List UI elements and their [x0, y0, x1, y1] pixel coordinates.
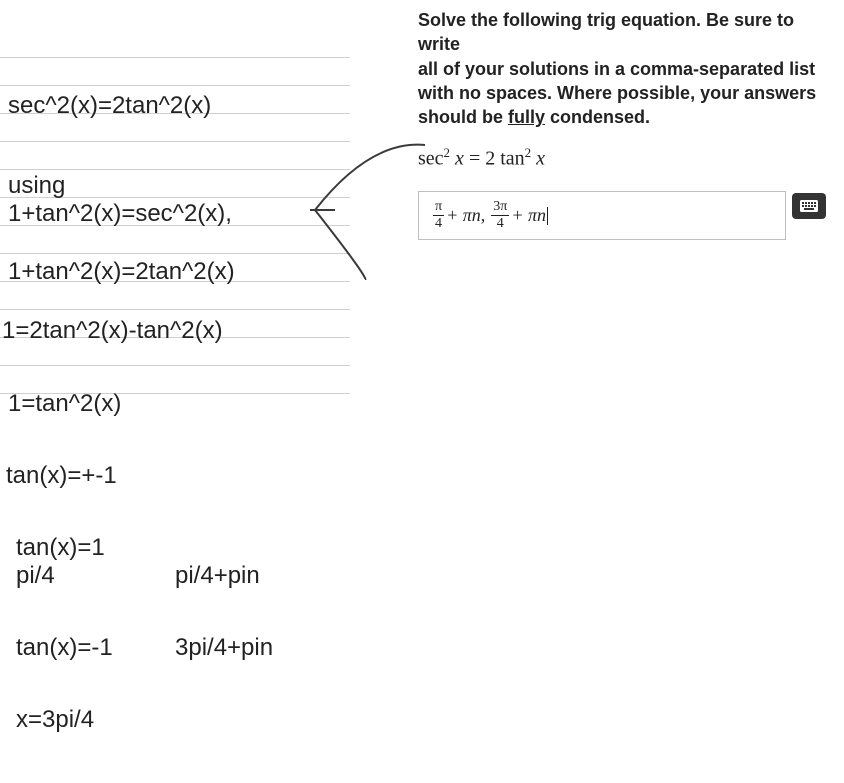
problem-equation: sec2 x = 2 tan2 x [418, 145, 826, 171]
answer-input[interactable]: π 4 + πn, 3π 4 + πn [418, 191, 786, 240]
work-steps: sec^2(x)=2tan^2(x) using 1+tan^2(x)=sec^… [0, 0, 390, 783]
question-panel: Solve the following trig equation. Be su… [390, 0, 844, 783]
answer-frac-2-num: 3π [491, 200, 509, 216]
handwritten-work-panel: sec^2(x)=2tan^2(x) using 1+tan^2(x)=sec^… [0, 0, 390, 783]
work-step-sqrt: tan(x)=+-1 [6, 462, 117, 490]
instr-line2: all of your solutions in a comma-separat… [418, 59, 815, 79]
instr-line3: with no spaces. Where possible, your ans… [418, 83, 816, 103]
work-step-3pi4-general: 3pi/4+pin [175, 634, 273, 662]
answer-term-2: + πn [511, 205, 546, 226]
work-step-identity: 1+tan^2(x)=sec^2(x), [8, 200, 232, 228]
work-step-subtract: 1=2tan^2(x)-tan^2(x) [2, 317, 223, 345]
eq-lhs-exp: 2 [444, 145, 451, 160]
eq-equals: = [464, 148, 485, 170]
question-instructions: Solve the following trig equation. Be su… [418, 8, 826, 129]
instr-line4-underlined: fully [508, 107, 545, 127]
answer-frac-2-den: 4 [497, 216, 504, 231]
work-step-1: sec^2(x)=2tan^2(x) [8, 92, 211, 120]
answer-term-1: + πn, [446, 205, 485, 226]
eq-rhs-coef: 2 [485, 148, 495, 170]
work-step-simplify: 1=tan^2(x) [8, 390, 121, 418]
work-step-using: using [8, 172, 65, 200]
instr-line4-prefix: should be [418, 107, 508, 127]
eq-rhs-fn: tan [500, 148, 524, 170]
eq-rhs-exp: 2 [525, 145, 532, 160]
instr-line4-suffix: condensed. [545, 107, 650, 127]
work-step-pi4: pi/4 [16, 562, 55, 590]
work-step-tan1: tan(x)=1 [16, 534, 105, 562]
keyboard-icon [800, 200, 818, 212]
answer-frac-1: π 4 [433, 200, 444, 231]
eq-lhs-var: x [455, 148, 464, 170]
answer-frac-1-num: π [433, 200, 444, 216]
text-cursor [547, 207, 548, 225]
answer-frac-1-den: 4 [435, 216, 442, 231]
work-step-3pi4: x=3pi/4 [16, 706, 94, 734]
answer-frac-2: 3π 4 [491, 200, 509, 231]
work-step-pi4-general: pi/4+pin [175, 562, 260, 590]
instr-line1: Solve the following trig equation. Be su… [418, 10, 794, 54]
eq-rhs-var: x [536, 148, 545, 170]
work-step-tan-neg1: tan(x)=-1 [16, 634, 113, 662]
work-step-substitute: 1+tan^2(x)=2tan^2(x) [8, 258, 235, 286]
answer-row: π 4 + πn, 3π 4 + πn [418, 191, 826, 240]
keyboard-button[interactable] [792, 193, 826, 219]
